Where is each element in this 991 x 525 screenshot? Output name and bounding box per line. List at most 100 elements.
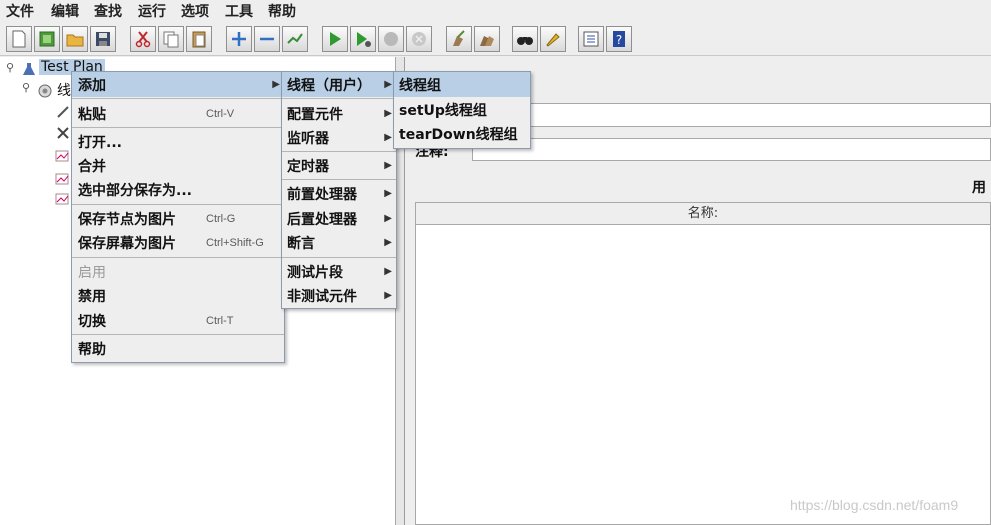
clear-button[interactable] — [446, 26, 472, 52]
config-icon — [57, 127, 69, 139]
submenu-arrow-icon: ▶ — [384, 132, 392, 143]
watermark: https://blog.csdn.net/foam9 — [790, 497, 959, 513]
start-icon — [330, 32, 341, 46]
search-icon — [517, 37, 533, 45]
submenu-item-pre-processor[interactable]: 前置处理器 ▶ — [282, 181, 396, 206]
submenu-arrow-icon: ▶ — [384, 290, 392, 301]
name-field[interactable]: n — [511, 103, 991, 127]
new-button[interactable] — [6, 26, 32, 52]
comment-field[interactable] — [472, 138, 991, 161]
listener-icon — [55, 150, 69, 162]
tree-expand-child-icon[interactable]: ⚲ — [22, 81, 30, 94]
menu-bar: 文件 编辑 查找 运行 选项 工具 帮助 — [0, 0, 991, 22]
open-icon — [66, 34, 84, 47]
paste-button[interactable] — [186, 26, 212, 52]
start-button[interactable] — [322, 26, 348, 52]
menu-item-save-selection[interactable]: 选中部分保存为... — [72, 177, 284, 202]
collapse-button[interactable] — [254, 26, 280, 52]
open-button[interactable] — [62, 26, 88, 52]
menu-item-disable[interactable]: 禁用 — [72, 283, 284, 308]
expand-button[interactable] — [226, 26, 252, 52]
function-helper-icon — [583, 31, 599, 47]
toolbar: ? — [0, 22, 991, 56]
submenu-arrow-icon: ▶ — [384, 213, 392, 224]
menu-separator — [282, 151, 396, 152]
toggle-button[interactable] — [282, 26, 308, 52]
table-header: 名称: — [416, 203, 990, 225]
stop-button[interactable] — [378, 26, 404, 52]
search-button[interactable] — [512, 26, 538, 52]
clear-all-icon — [480, 36, 494, 46]
menu-search[interactable]: 查找 — [94, 1, 122, 21]
submenu-item-test-fragment[interactable]: 测试片段 ▶ — [282, 259, 396, 284]
reset-search-button[interactable] — [540, 26, 566, 52]
submenu-arrow-icon: ▶ — [384, 266, 392, 277]
save-button[interactable] — [90, 26, 116, 52]
context-menu: 添加 ▶ 粘贴 Ctrl-V 打开... 合并 选中部分保存为... 保存节点为图片… — [71, 71, 285, 363]
submenu-arrow-icon: ▶ — [384, 108, 392, 119]
gear-icon — [38, 84, 52, 98]
start-no-pause-button[interactable] — [350, 26, 376, 52]
variables-table: 名称: — [415, 202, 991, 525]
submenu-arrow-icon: ▶ — [384, 160, 392, 171]
submenu-item-listener[interactable]: 监听器 ▶ — [282, 125, 396, 150]
cut-button[interactable] — [130, 26, 156, 52]
menu-separator — [72, 98, 284, 99]
tree-thread-group[interactable]: 线 — [57, 80, 71, 100]
submenu-arrow-icon: ▶ — [384, 79, 392, 90]
menu-run[interactable]: 运行 — [138, 1, 166, 21]
submenu-item-threads[interactable]: 线程（用户） ▶ — [282, 72, 396, 97]
templates-icon — [39, 31, 55, 47]
menu-item-toggle[interactable]: 切换 Ctrl-T — [72, 308, 284, 333]
submenu-item-config-element[interactable]: 配置元件 ▶ — [282, 101, 396, 126]
clear-all-button[interactable] — [474, 26, 500, 52]
submenu-arrow-icon: ▶ — [384, 237, 392, 248]
menu-tools[interactable]: 工具 — [225, 1, 253, 21]
shutdown-icon — [412, 32, 426, 46]
help-button[interactable]: ? — [606, 26, 632, 52]
shutdown-button[interactable] — [406, 26, 432, 52]
listener-icon — [55, 173, 69, 185]
menu-separator — [282, 179, 396, 180]
submenu-item-non-test-element[interactable]: 非测试元件 ▶ — [282, 283, 396, 308]
svg-text:?: ? — [616, 33, 622, 47]
add-submenu: 线程（用户） ▶ 配置元件 ▶ 监听器 ▶ 定时器 ▶ 前置处理器 ▶ 后置处理器 ▶ 断言… — [281, 71, 397, 309]
menu-help[interactable]: 帮助 — [268, 1, 296, 21]
jmeter-window: 文件 编辑 查找 运行 选项 工具 帮助 ? ⚲ Test Plan ⚲ 线 注… — [0, 0, 991, 525]
submenu-item-assertion[interactable]: 断言 ▶ — [282, 230, 396, 255]
menu-item-merge[interactable]: 合并 — [72, 153, 284, 178]
menu-separator — [282, 98, 396, 99]
submenu-item-timer[interactable]: 定时器 ▶ — [282, 153, 396, 178]
submenu-item-post-processor[interactable]: 后置处理器 ▶ — [282, 206, 396, 231]
clear-icon — [453, 30, 465, 46]
start-no-pause-icon — [357, 32, 371, 47]
new-icon — [12, 30, 26, 48]
tree-expand-icon[interactable]: ⚲ — [6, 61, 14, 74]
templates-button[interactable] — [34, 26, 60, 52]
submenu-item-teardown-thread-group[interactable]: tearDown线程组 — [394, 121, 530, 146]
copy-button[interactable] — [158, 26, 184, 52]
expand-icon — [232, 32, 246, 46]
collapse-icon — [260, 37, 274, 41]
menu-item-paste[interactable]: 粘贴 Ctrl-V — [72, 101, 284, 126]
menu-item-enable: 启用 — [78, 264, 106, 281]
menu-separator — [72, 334, 284, 335]
menu-separator — [72, 127, 284, 128]
cut-icon — [135, 31, 151, 48]
menu-file[interactable]: 文件 — [6, 1, 34, 21]
menu-item-save-screen-image[interactable]: 保存屏幕为图片 Ctrl+Shift-G — [72, 230, 284, 255]
menu-item-add[interactable]: 添加 ▶ — [72, 72, 284, 97]
menu-edit[interactable]: 编辑 — [51, 1, 79, 21]
menu-item-save-node-image[interactable]: 保存节点为图片 Ctrl-G — [72, 206, 284, 231]
menu-item-help[interactable]: 帮助 — [72, 336, 284, 361]
section-label: 用 — [972, 180, 986, 196]
stop-icon — [384, 32, 398, 46]
sampler-icon — [57, 106, 69, 118]
menu-options[interactable]: 选项 — [181, 1, 209, 21]
submenu-item-thread-group[interactable]: 线程组 — [394, 72, 530, 97]
toggle-icon — [287, 33, 303, 44]
listener-icon — [55, 193, 69, 205]
function-helper-button[interactable] — [578, 26, 604, 52]
menu-item-open[interactable]: 打开... — [72, 129, 284, 154]
submenu-item-setup-thread-group[interactable]: setUp线程组 — [394, 97, 530, 122]
